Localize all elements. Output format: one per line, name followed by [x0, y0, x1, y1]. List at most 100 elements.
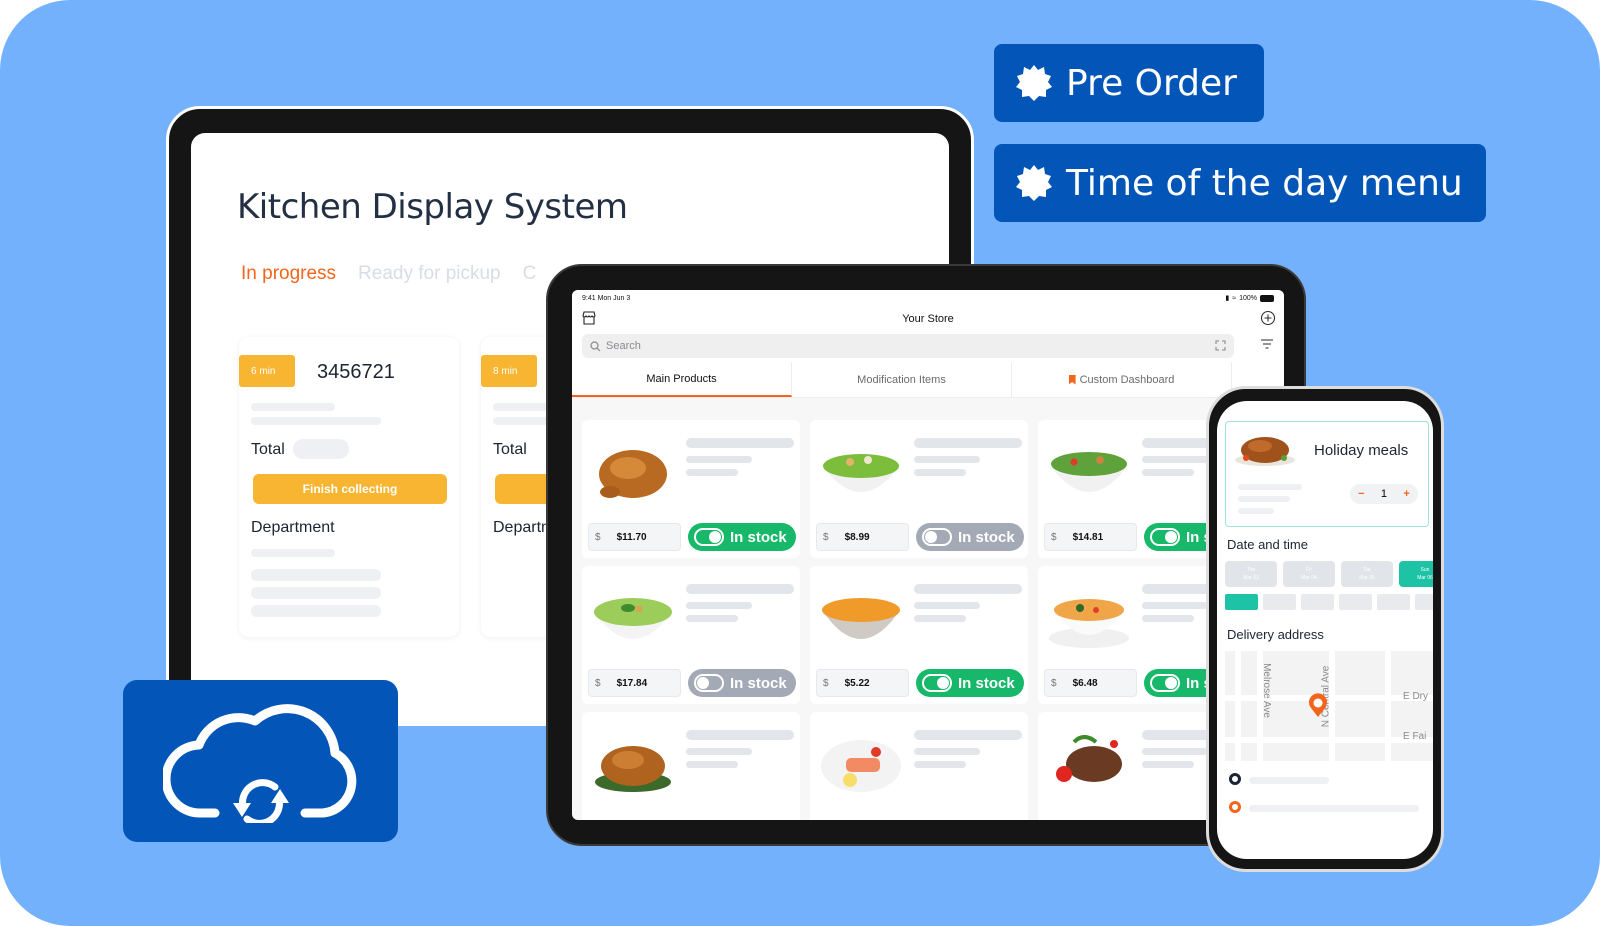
cloud-sync-tile	[123, 680, 398, 842]
search-placeholder: Search	[606, 340, 641, 352]
skeleton-line	[914, 584, 1022, 594]
day-name: Fri	[1306, 567, 1312, 573]
total-label: Total	[493, 441, 527, 458]
tab-modification-items[interactable]: Modification Items	[792, 362, 1012, 397]
pumpkin-soup-image	[822, 598, 900, 639]
time-slot-option[interactable]	[1339, 594, 1372, 610]
quantity-stepper: − 1 +	[1350, 484, 1418, 504]
skeleton-line	[251, 587, 381, 599]
price-value: $8.99	[844, 531, 870, 543]
tab-custom-dashboard[interactable]: Custom Dashboard	[1012, 362, 1232, 397]
price-field[interactable]: $ $5.22	[816, 669, 909, 697]
skeleton-line	[914, 438, 1022, 448]
product-card[interactable]: $ $17.84 In stock	[582, 566, 800, 704]
day-name: Sat	[1363, 567, 1371, 573]
day-option[interactable]: Sun Mar 06	[1399, 561, 1433, 587]
finish-collecting-button[interactable]: Finish collecting	[253, 474, 447, 504]
badge-label: Time of the day menu	[1066, 162, 1463, 204]
price-field[interactable]: $ $14.81	[1044, 523, 1137, 551]
in-stock-toggle[interactable]: In stock	[916, 669, 1024, 697]
tab-in-progress[interactable]: In progress	[241, 263, 336, 285]
battery-icon	[1260, 294, 1274, 302]
price-value: $14.81	[1072, 531, 1104, 543]
time-slot-option[interactable]	[1263, 594, 1296, 610]
price-field[interactable]: $ $17.84	[588, 669, 681, 697]
stock-label: In stock	[730, 674, 787, 692]
pos-screen: 9:41 Mon Jun 3 ▮ ≈ 100% Your Store Searc…	[572, 290, 1284, 820]
toggle-switch-icon	[694, 528, 724, 546]
skeleton-line	[686, 438, 794, 448]
skeleton-line	[686, 469, 738, 476]
skeleton-line	[1238, 484, 1302, 490]
currency-symbol: $	[823, 531, 829, 543]
tab-other[interactable]: C	[523, 263, 537, 285]
skeleton-line	[1142, 615, 1194, 622]
day-option[interactable]: Fri Mar 04	[1283, 561, 1335, 587]
map[interactable]: Melrose Ave N Central Ave E Dry E Fai	[1225, 651, 1433, 761]
add-icon[interactable]	[1260, 310, 1276, 326]
skeleton-line	[1142, 602, 1208, 609]
tab-label: Modification Items	[857, 373, 946, 386]
skeleton-line	[914, 615, 966, 622]
time-of-day-menu-badge: Time of the day menu	[994, 144, 1486, 222]
skeleton-line	[1142, 761, 1194, 768]
day-date: Mar 06	[1417, 575, 1433, 581]
in-stock-toggle[interactable]: In stock	[688, 669, 796, 697]
skeleton-line	[1142, 469, 1194, 476]
decrease-button[interactable]: −	[1358, 488, 1364, 500]
time-slot-option[interactable]	[1225, 594, 1258, 610]
delivery-address-title: Delivery address	[1227, 627, 1324, 642]
toggle-switch-icon	[694, 674, 724, 692]
roast-turkey-image	[595, 746, 671, 792]
skeleton-line	[1238, 496, 1290, 502]
product-card[interactable]: $ $8.99 In stock	[810, 420, 1028, 558]
roast-chicken-image	[599, 450, 667, 498]
currency-symbol: $	[823, 677, 829, 689]
product-card[interactable]: $ $5.22 In stock	[810, 566, 1028, 704]
product-card[interactable]: Holiday meals − 1 +	[1225, 421, 1429, 527]
badge-flower-icon	[1016, 65, 1052, 101]
filter-icon[interactable]	[1260, 339, 1274, 349]
roast-turkey-image	[1235, 437, 1295, 466]
skeleton-line	[251, 549, 335, 557]
skeleton-line	[686, 584, 794, 594]
skeleton-line	[686, 730, 794, 740]
skeleton-line	[686, 615, 738, 622]
kds-tabs: In progress Ready for pickup C	[241, 263, 536, 285]
skeleton-line	[686, 456, 752, 463]
increase-button[interactable]: +	[1403, 488, 1409, 500]
currency-symbol: $	[595, 677, 601, 689]
product-card[interactable]	[810, 712, 1028, 820]
in-stock-toggle[interactable]: In stock	[688, 523, 796, 551]
price-field[interactable]: $ $8.99	[816, 523, 909, 551]
skeleton-line	[1249, 805, 1419, 812]
timer-badge: 6 min	[239, 355, 295, 387]
day-option[interactable]: Sat Mar 05	[1341, 561, 1393, 587]
order-number: 3456721	[317, 361, 395, 383]
badge-flower-icon	[1016, 165, 1052, 201]
product-card[interactable]	[582, 712, 800, 820]
time-slot-option[interactable]	[1301, 594, 1334, 610]
origin-dot-icon	[1229, 773, 1241, 785]
price-value: $11.70	[616, 531, 647, 543]
scan-icon[interactable]	[1215, 340, 1226, 351]
skeleton-line	[686, 761, 738, 768]
skeleton-line	[1142, 456, 1208, 463]
tab-ready-for-pickup[interactable]: Ready for pickup	[358, 263, 501, 285]
day-option[interactable]: Thu Mar 03	[1225, 561, 1277, 587]
time-slot-option[interactable]	[1377, 594, 1410, 610]
search-icon	[590, 340, 601, 351]
cloud-sync-icon	[162, 704, 356, 823]
search-input[interactable]: Search	[582, 334, 1234, 358]
store-icon[interactable]	[582, 311, 596, 325]
product-card[interactable]: $ $11.70 In stock	[582, 420, 800, 558]
price-field[interactable]: $ $6.48	[1044, 669, 1137, 697]
toggle-switch-icon	[922, 674, 952, 692]
in-stock-toggle[interactable]: In stock	[916, 523, 1024, 551]
skeleton-line	[1249, 777, 1329, 784]
tab-label: Custom Dashboard	[1079, 373, 1175, 386]
price-field[interactable]: $ $11.70	[588, 523, 681, 551]
skeleton-line	[1238, 508, 1274, 514]
tab-main-products[interactable]: Main Products	[572, 362, 792, 397]
time-slot-option[interactable]	[1415, 594, 1433, 610]
